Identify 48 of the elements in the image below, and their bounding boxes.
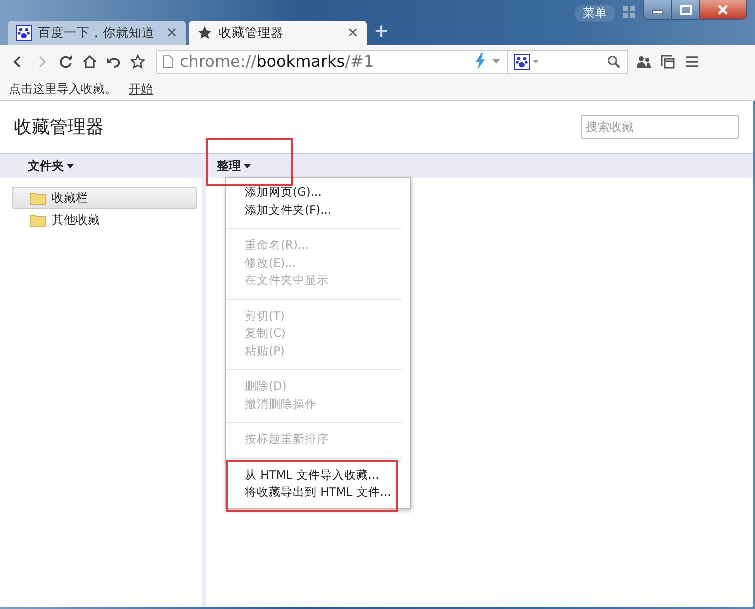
menu-item[interactable]: 添加文件夹(F)... [226, 202, 402, 219]
maximize-icon [680, 4, 692, 14]
paw-icon[interactable] [514, 54, 530, 70]
tab-close-button[interactable]: × [166, 25, 178, 41]
search-field[interactable]: 搜索收藏 [581, 115, 739, 139]
close-window-button[interactable] [699, 0, 746, 19]
menu-item[interactable]: 将收藏导出到 HTML 文件... [226, 484, 402, 502]
page-title: 收藏管理器 [14, 116, 104, 139]
import-bookmarks-link[interactable]: 点击这里导入收藏。 [9, 80, 117, 98]
folder-icon [30, 214, 46, 226]
caret-icon [67, 164, 74, 168]
folders-menu-button[interactable]: 文件夹 [28, 158, 74, 174]
page-icon [163, 54, 174, 68]
url-text: chrome://bookmarks/#1 [180, 52, 376, 71]
star-icon[interactable] [130, 54, 146, 70]
tab-title: 百度一下，你就知道 [38, 24, 156, 42]
paw-icon [16, 25, 32, 41]
close-icon [717, 4, 729, 14]
reload-icon[interactable] [58, 54, 74, 70]
folder-item[interactable]: 收藏栏 [12, 187, 197, 209]
menu-item[interactable]: 添加网页(G)... [226, 184, 402, 202]
search-icon[interactable] [607, 54, 621, 68]
tab-close-button[interactable]: × [347, 25, 359, 41]
browser-tab[interactable]: 百度一下，你就知道 × [8, 21, 186, 45]
browser-tab[interactable]: 收藏管理器 × [189, 21, 367, 45]
menu-button[interactable]: 菜单 [575, 5, 615, 22]
windows-icon[interactable] [660, 54, 676, 70]
bookmark-link[interactable]: 开始 [129, 80, 153, 98]
new-tab-button[interactable]: + [374, 21, 390, 42]
tab-title: 收藏管理器 [219, 24, 285, 42]
search-engine-box[interactable] [508, 50, 628, 74]
organize-menu-button[interactable]: 整理 [217, 158, 251, 174]
caret-icon [244, 164, 251, 168]
star-icon [197, 25, 213, 41]
minimize-button[interactable] [644, 0, 671, 19]
dropdown-arrow-icon[interactable] [533, 60, 539, 64]
folder-icon [30, 192, 46, 204]
menu-item[interactable]: 从 HTML 文件导入收藏... [226, 466, 402, 484]
maximize-button[interactable] [671, 0, 699, 19]
folder-label: 其他收藏 [52, 212, 100, 228]
dropdown-arrow-icon[interactable] [492, 59, 501, 64]
people-icon[interactable] [636, 54, 652, 70]
menu-icon[interactable] [684, 54, 700, 70]
folder-item[interactable]: 其他收藏 [12, 209, 197, 231]
folder-label: 收藏栏 [52, 190, 88, 206]
address-bar[interactable]: chrome://bookmarks/#1 [156, 50, 508, 74]
home-icon[interactable] [82, 54, 98, 70]
lightning-icon[interactable] [475, 53, 486, 70]
